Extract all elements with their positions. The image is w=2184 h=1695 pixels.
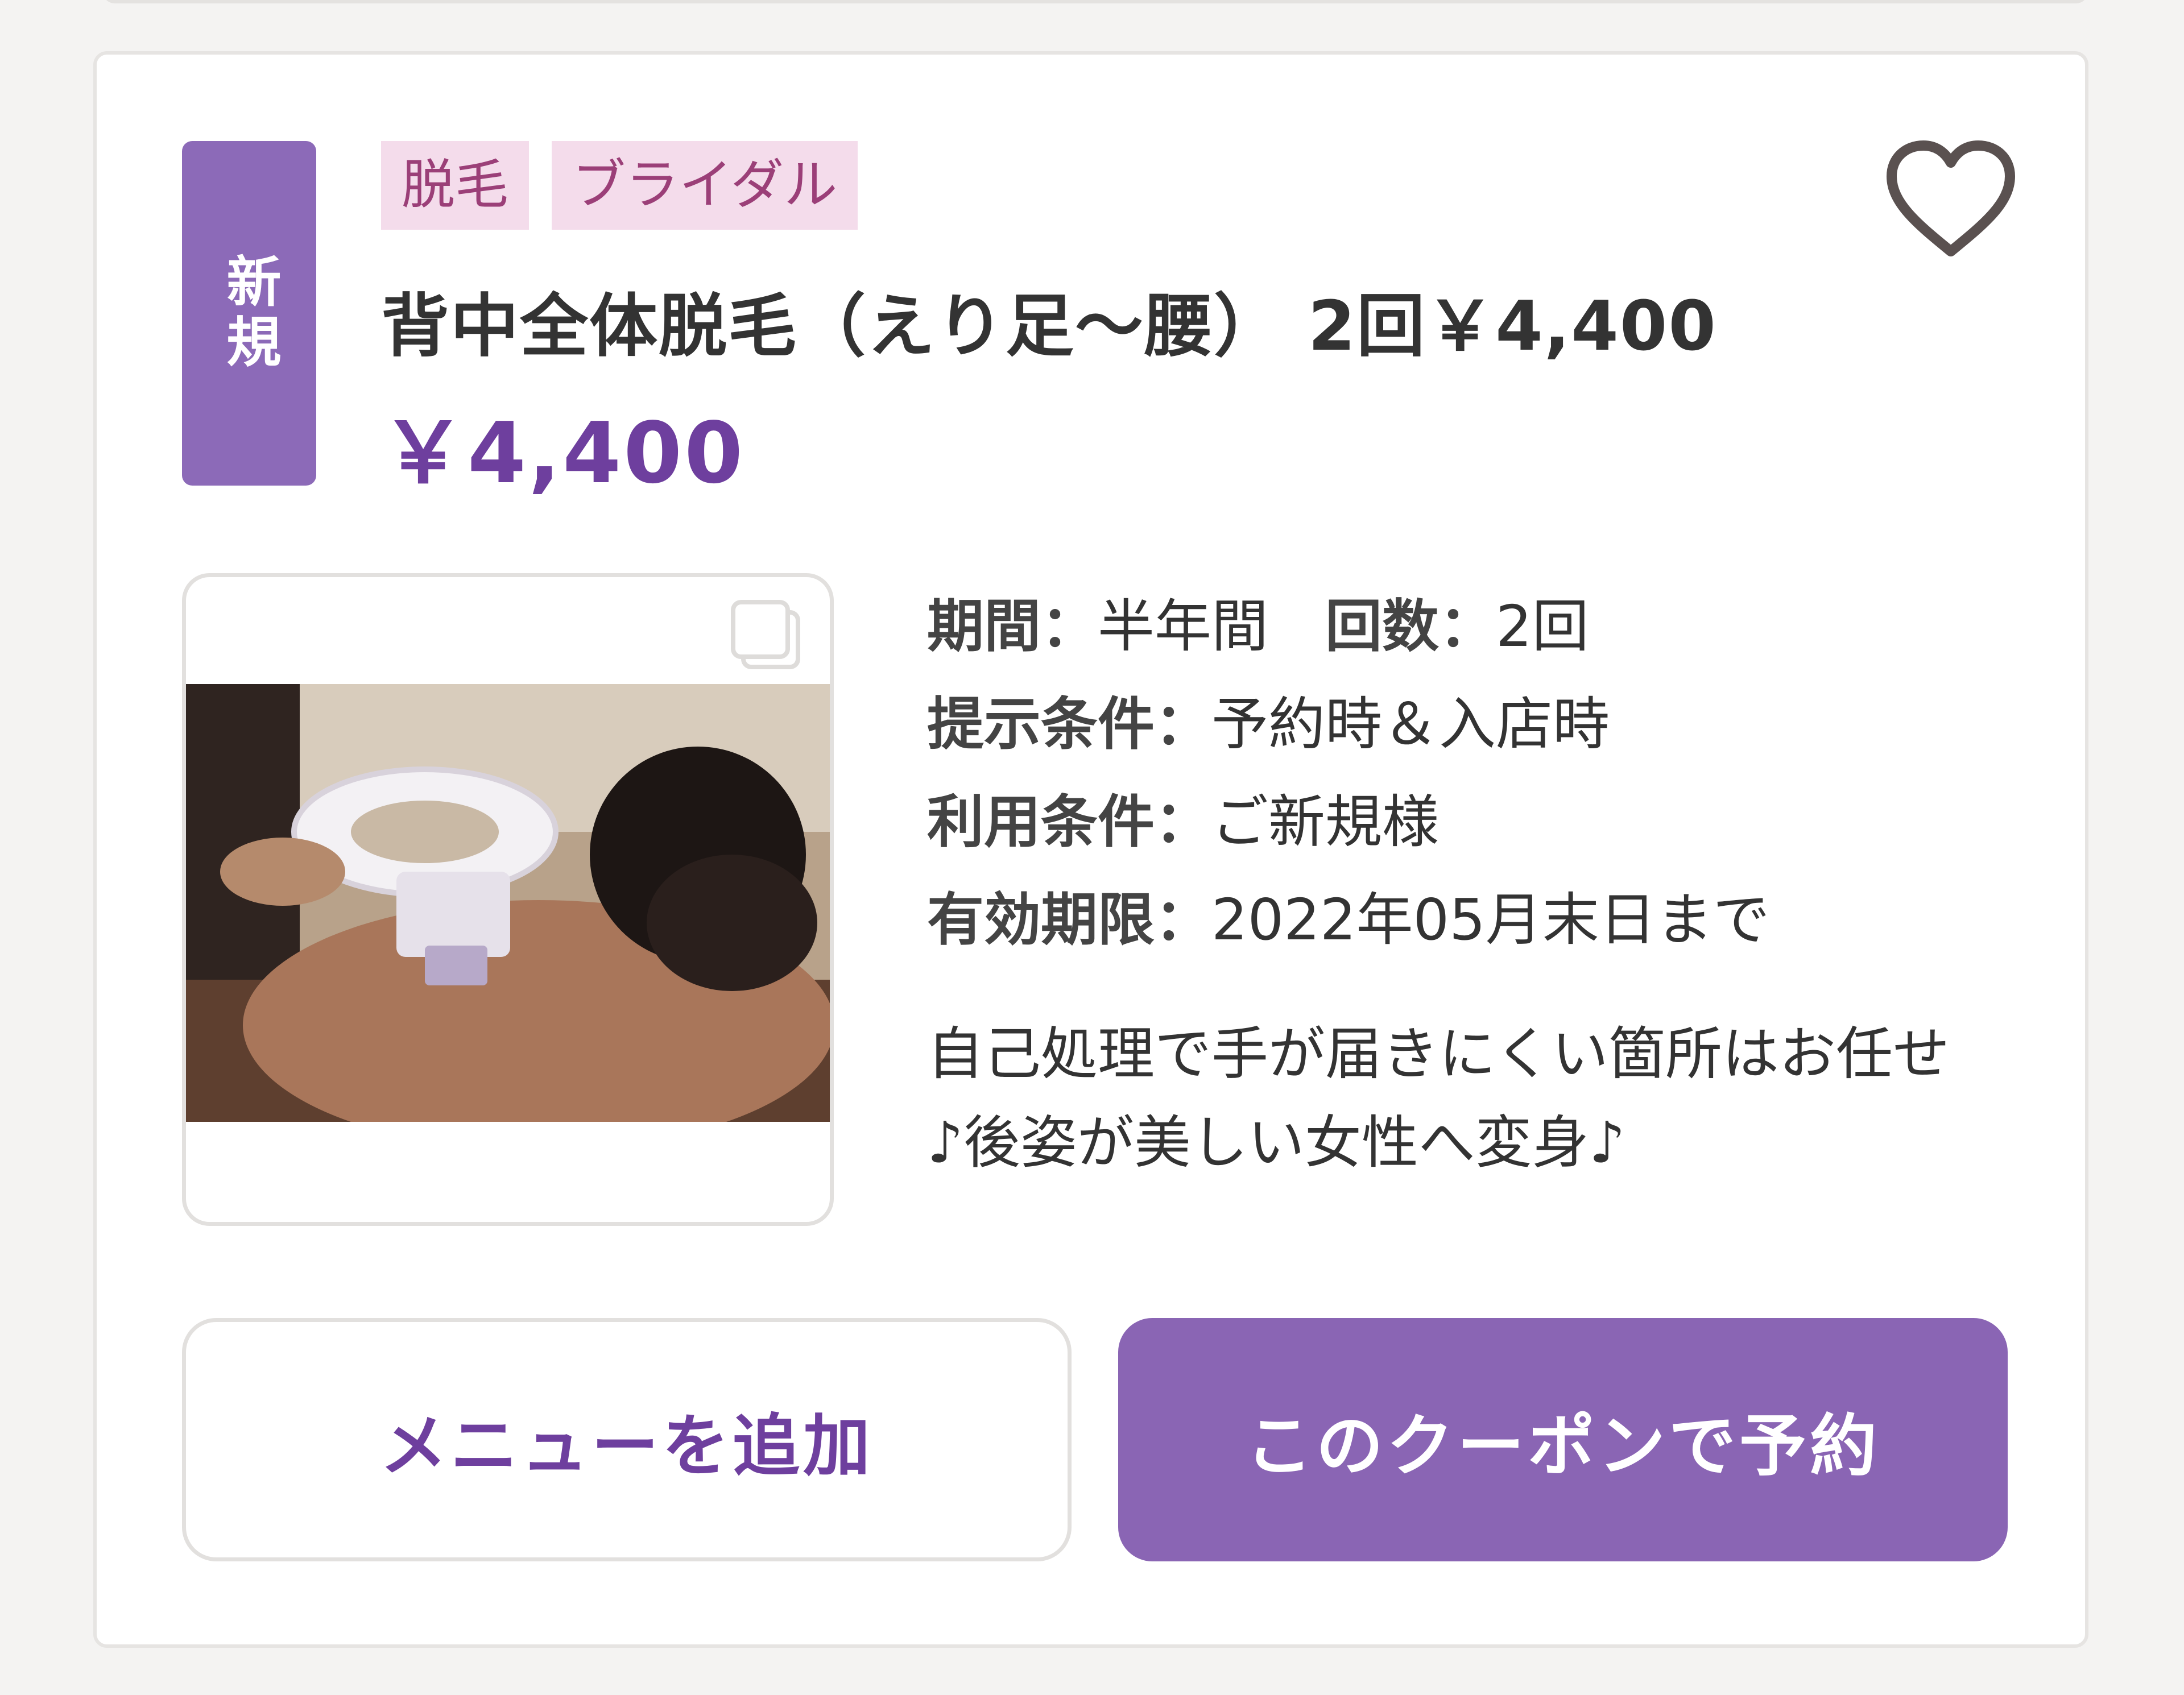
usage-label: 利用条件： (927, 789, 1211, 855)
coupon-description: 自己処理で手が届きにくい箇所はお任せ ♪後姿が美しい女性へ変身♪ (927, 1010, 2042, 1187)
tag-hair-removal[interactable]: 脱毛 (381, 141, 530, 230)
period-value: 半年間 (1098, 593, 1268, 660)
period-label: 期間： (927, 593, 1098, 660)
tag-bridal[interactable]: ブライダル (552, 141, 858, 230)
detail-row-period: 期間：半年間 回数：2回 (927, 578, 1770, 675)
detail-row-usage: 利用条件：ご新規様 (927, 773, 1770, 871)
heart-icon (1887, 140, 2015, 256)
favorite-button[interactable] (1885, 140, 2017, 259)
coupon-image[interactable] (182, 573, 834, 1226)
presentation-label: 提示条件： (927, 691, 1211, 757)
previous-card-edge (102, 0, 2088, 3)
gallery-icon (731, 600, 800, 669)
expiry-value: 2022年05月末日まで (1211, 886, 1770, 953)
detail-row-expiry: 有効期限：2022年05月末日まで (927, 871, 1770, 969)
count-value: 2回 (1496, 593, 1589, 660)
coupon-title: 背中全体脱毛（えり足〜腰） 2回￥4,400 (381, 287, 1717, 366)
count-label: 回数： (1325, 593, 1496, 660)
description-line-2: ♪後姿が美しい女性へ変身♪ (927, 1109, 1625, 1176)
expiry-label: 有効期限： (927, 886, 1211, 953)
coupon-price: ￥4,400 (381, 404, 746, 502)
coupon-card: 新規 脱毛 ブライダル 背中全体脱毛（えり足〜腰） 2回￥4,400 ￥4,40… (93, 51, 2088, 1648)
presentation-value: 予約時＆入店時 (1211, 691, 1610, 757)
coupon-details: 期間：半年間 回数：2回 提示条件：予約時＆入店時 利用条件：ご新規様 有効期限：… (927, 578, 1770, 969)
reserve-with-coupon-button[interactable]: このクーポンで予約 (1118, 1318, 2008, 1561)
add-menu-button[interactable]: メニューを追加 (182, 1318, 1072, 1561)
detail-row-presentation: 提示条件：予約時＆入店時 (927, 675, 1770, 773)
description-line-1: 自己処理で手が届きにくい箇所はお任せ (927, 1021, 1950, 1087)
usage-value: ご新規様 (1211, 789, 1439, 855)
tag-list: 脱毛 ブライダル (381, 141, 858, 230)
new-customer-badge: 新規 (182, 141, 316, 486)
treatment-photo (186, 684, 830, 1122)
